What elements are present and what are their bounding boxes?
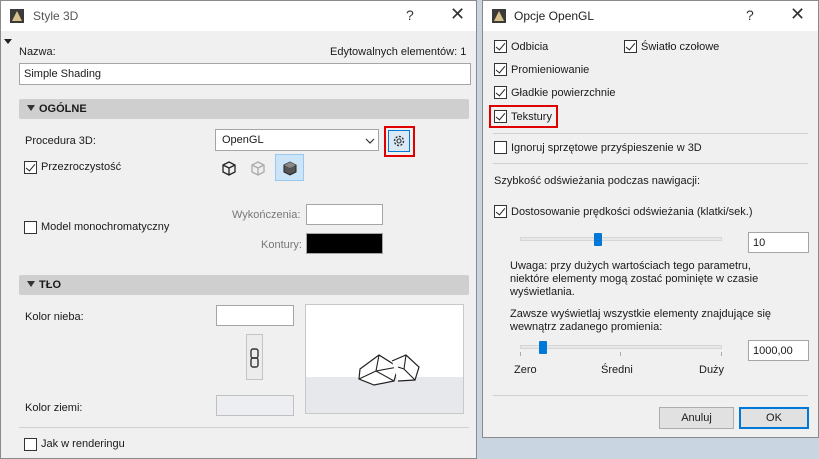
- scale-mid-label: Średni: [601, 364, 633, 376]
- style-3d-window: Style 3D ? ✕ Nazwa: Edytowalnych element…: [0, 0, 477, 459]
- bottom-separator: [19, 427, 469, 428]
- opengl-options-window: Opcje OpenGL ? ✕ Odbicia Światło czołowe…: [482, 0, 819, 438]
- reflections-checkbox[interactable]: [494, 40, 507, 53]
- collapse-arrow-icon[interactable]: [4, 39, 12, 44]
- section-background[interactable]: TŁO: [19, 275, 469, 295]
- radius-slider[interactable]: [520, 339, 722, 359]
- radius-slider-thumb[interactable]: [539, 341, 547, 354]
- radiosity-label[interactable]: Promieniowanie: [511, 64, 589, 76]
- wireframe-mode-icon[interactable]: [219, 158, 239, 178]
- shaded-mode-button[interactable]: [275, 154, 304, 181]
- radius-value: 1000,00: [753, 345, 793, 357]
- fps-input[interactable]: 10: [748, 232, 809, 253]
- radius-slider-tick: [721, 352, 722, 356]
- ground-color-swatch[interactable]: [216, 395, 294, 416]
- nav-speed-heading: Szybkość odświeżania podczas nawigacji:: [494, 175, 701, 187]
- window-title: Style 3D: [33, 9, 79, 23]
- scale-min-label: Zero: [514, 364, 537, 376]
- always-show-text: Zawsze wyświetlaj wszystkie elementy zna…: [510, 308, 772, 333]
- headlight-checkbox[interactable]: [624, 40, 637, 53]
- sky-color-label: Kolor nieba:: [25, 311, 84, 323]
- fps-slider-thumb[interactable]: [594, 233, 602, 246]
- close-button[interactable]: ✕: [450, 4, 465, 25]
- name-field[interactable]: Simple Shading: [19, 63, 471, 85]
- ignore-hw-acceleration-checkbox[interactable]: [494, 141, 507, 154]
- textures-highlight-frame: [489, 105, 558, 128]
- name-value: Simple Shading: [24, 68, 102, 80]
- radius-slider-tick: [520, 352, 521, 356]
- finish-label: Wykończenia:: [232, 209, 301, 221]
- section-general[interactable]: OGÓLNE: [19, 99, 469, 119]
- sky-color-swatch[interactable]: [216, 305, 294, 326]
- ground-color-label: Kolor ziemi:: [25, 402, 83, 414]
- smooth-surfaces-label[interactable]: Gładkie powierzchnie: [511, 87, 616, 99]
- adapt-speed-label[interactable]: Dostosowanie prędkości odświeżania (klat…: [511, 206, 753, 218]
- transparency-checkbox[interactable]: [24, 161, 37, 174]
- monochrome-label[interactable]: Model monochromatyczny: [41, 221, 169, 233]
- help-button[interactable]: ?: [746, 7, 754, 23]
- preview-house-icon: [358, 354, 420, 386]
- finish-color-swatch[interactable]: [306, 204, 383, 225]
- ok-button[interactable]: OK: [739, 407, 809, 429]
- smooth-surfaces-checkbox[interactable]: [494, 86, 507, 99]
- separator-top: [493, 133, 808, 134]
- headlight-label[interactable]: Światło czołowe: [641, 41, 719, 53]
- section-general-label: OGÓLNE: [39, 103, 87, 115]
- separator-middle: [493, 163, 808, 164]
- gear-highlight-frame: [384, 126, 415, 157]
- as-rendering-checkbox[interactable]: [24, 438, 37, 451]
- adapt-speed-checkbox[interactable]: [494, 205, 507, 218]
- window-title: Opcje OpenGL: [514, 9, 595, 23]
- cancel-button[interactable]: Anuluj: [659, 407, 734, 429]
- chevron-down-icon: [365, 138, 375, 144]
- scale-max-label: Duży: [699, 364, 725, 376]
- app-icon: [10, 9, 24, 23]
- radius-slider-track: [520, 345, 722, 349]
- expand-triangle-icon: [27, 281, 35, 287]
- as-rendering-label[interactable]: Jak w renderingu: [41, 438, 125, 450]
- hidden-line-mode-icon[interactable]: [248, 158, 268, 178]
- help-button[interactable]: ?: [406, 7, 414, 23]
- contours-label: Kontury:: [261, 239, 302, 251]
- reflections-label[interactable]: Odbicia: [511, 41, 548, 53]
- radius-input[interactable]: 1000,00: [748, 340, 809, 361]
- procedure-value: OpenGL: [222, 134, 264, 146]
- style-3d-titlebar[interactable]: Style 3D ? ✕: [1, 1, 476, 31]
- ignore-hw-acceleration-label[interactable]: Ignoruj sprzętowe przyśpieszenie w 3D: [511, 142, 702, 154]
- transparency-label[interactable]: Przezroczystość: [41, 161, 121, 173]
- background-preview: [305, 304, 464, 414]
- section-background-label: TŁO: [39, 279, 61, 291]
- fps-value: 10: [753, 237, 766, 249]
- radius-slider-tick: [620, 352, 621, 356]
- close-button[interactable]: ✕: [790, 4, 805, 25]
- name-label: Nazwa:: [19, 46, 56, 58]
- chain-link-icon: [250, 348, 259, 368]
- contours-color-swatch[interactable]: [306, 233, 383, 254]
- procedure-select[interactable]: OpenGL: [215, 129, 379, 151]
- procedure-label: Procedura 3D:: [25, 135, 96, 147]
- fps-slider[interactable]: [520, 231, 722, 251]
- shaded-mode-icon: [283, 161, 297, 176]
- expand-triangle-icon: [27, 105, 35, 111]
- app-icon: [492, 9, 506, 23]
- separator-bottom: [493, 395, 808, 396]
- note-text: Uwaga: przy dużych wartościach tego para…: [510, 260, 759, 298]
- radiosity-checkbox[interactable]: [494, 63, 507, 76]
- monochrome-checkbox[interactable]: [24, 221, 37, 234]
- editable-count-label: Edytowalnych elementów: 1: [330, 46, 467, 58]
- link-colors-button[interactable]: [246, 334, 263, 380]
- opengl-titlebar[interactable]: Opcje OpenGL ? ✕: [483, 1, 818, 31]
- fps-slider-track: [520, 237, 722, 241]
